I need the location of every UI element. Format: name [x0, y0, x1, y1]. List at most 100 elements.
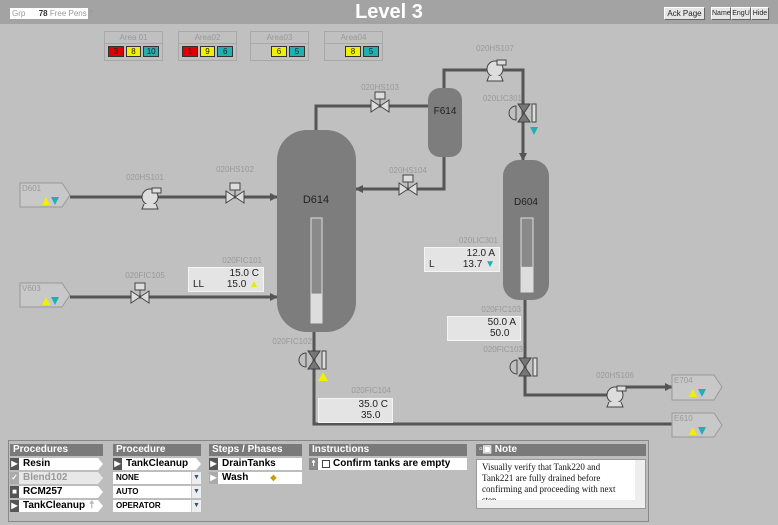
connector-label: D601 [22, 184, 42, 193]
tag-label: 020HS103 [361, 83, 399, 92]
tag-label: 020FIC103 [483, 345, 523, 354]
valve-icon[interactable] [398, 174, 418, 196]
tag-label: 020HS104 [389, 166, 427, 175]
checkbox[interactable] [322, 460, 330, 468]
connector-e610[interactable]: E610 [671, 412, 723, 438]
play-icon: ▶ [209, 458, 218, 470]
connector-v603[interactable]: V603 [19, 282, 71, 308]
select-value: NONE [116, 473, 140, 482]
level-fill-d614 [311, 293, 322, 323]
vessel-f614[interactable] [428, 88, 462, 157]
note-panel: ▫▣ Note Visually verify that Tank220 and… [476, 444, 646, 509]
valve-icon[interactable] [370, 91, 390, 113]
tag-label: 020HS107 [476, 44, 514, 53]
instructions-list: Instructions ☨ Confirm tanks are empty [309, 444, 467, 470]
steps-list: Steps / Phases ▶ DrainTanks ▶ Wash ◆ [209, 444, 302, 484]
operator-icon: ☨ [309, 458, 318, 470]
chevron-down-icon[interactable]: ▼ [191, 472, 201, 484]
chevron-down-icon[interactable]: ▼ [191, 500, 201, 512]
horizontal-scrollbar[interactable] [477, 500, 645, 508]
control-valve-icon[interactable] [130, 282, 150, 304]
tag-label: 020HS106 [596, 371, 634, 380]
play-icon: ▶ [114, 459, 121, 468]
procedure-item-blend102[interactable]: ✓ Blend102 [10, 472, 103, 484]
warning-diamond-icon: ◆ [270, 473, 277, 482]
step-item-wash[interactable]: ▶ Wash ◆ [209, 472, 302, 484]
tag-label: 020FIC102 [272, 337, 312, 346]
readout-fic103[interactable]: 50.0 A 50.0 [447, 316, 521, 341]
select-value: OPERATOR [116, 501, 161, 510]
connector-d601[interactable]: D601 [19, 182, 71, 208]
note-title: Note [494, 444, 518, 455]
alarm-label: LL [193, 279, 205, 290]
column-header: ▫▣ Note [476, 444, 646, 456]
pv-value: 35.0 C [358, 399, 388, 410]
mode-select[interactable]: AUTO ▼ [113, 486, 201, 498]
check-icon: ✓ [11, 473, 18, 482]
procedure-item-resin[interactable]: ▶ Resin [10, 458, 103, 470]
instruction-item[interactable]: ☨ Confirm tanks are empty [309, 458, 467, 470]
tag-label: 020FIC101 [222, 256, 262, 265]
item-label: DrainTanks [222, 458, 276, 469]
pump-icon[interactable] [606, 385, 627, 408]
readout-lic301[interactable]: 12.0 A L 13.7 ▼ [424, 247, 500, 272]
process-diagram: D614 F614 D604 020HS101 020HS102 020FIC1… [19, 44, 723, 438]
procedure-name[interactable]: ▶ TankCleanup [113, 458, 201, 470]
item-label: Wash [222, 472, 249, 483]
vessel-label: D604 [514, 197, 538, 208]
pv-value: 50.0 A [487, 317, 516, 328]
play-icon: ▶ [11, 459, 18, 468]
sp-value: 35.0 [361, 410, 381, 421]
pump-icon[interactable] [141, 187, 162, 210]
column-header: Instructions [309, 444, 467, 456]
alarm-low-icon [530, 127, 538, 135]
level-fill-d604 [521, 266, 533, 292]
procedure-item-rcm257[interactable]: ■ RCM257 [10, 486, 103, 498]
item-label: TankCleanup [23, 500, 86, 511]
select-value: AUTO [116, 487, 139, 496]
readout-fic104[interactable]: 35.0 C 35.0 [318, 398, 393, 423]
alarm-label: L [429, 259, 435, 270]
play-icon: ▶ [11, 501, 18, 510]
play-icon: ▶ [209, 472, 218, 484]
pv-value: 15.0 C [229, 268, 259, 279]
connector-label: V603 [22, 284, 41, 293]
hold-select[interactable]: NONE ▼ [113, 472, 201, 484]
readout-fic101[interactable]: 15.0 C LL 15.0 ▲ [188, 267, 264, 292]
chevron-down-icon[interactable]: ▼ [191, 486, 201, 498]
sp-value: 50.0 [490, 328, 510, 339]
procedure-item-tankcleanup[interactable]: ▶ TankCleanup ☨ [10, 500, 103, 512]
tag-label: 020LIC301 [459, 236, 499, 245]
tag-label: 020HS102 [216, 165, 254, 174]
column-header: Steps / Phases [209, 444, 302, 456]
alarm-warning-icon: ▲ [249, 279, 259, 290]
sp-value: 13.7 [462, 259, 483, 270]
vessel-label: D614 [303, 194, 329, 206]
operator-icon: ☨ [89, 500, 95, 511]
vertical-scrollbar[interactable] [635, 460, 645, 500]
tag-label: 020HS101 [126, 173, 164, 182]
tag-label: 020FIC104 [351, 386, 391, 395]
column-header: Procedures [10, 444, 103, 456]
connector-label: E610 [674, 414, 693, 423]
item-label: TankCleanup [126, 458, 189, 469]
tag-label: 020LIC301 [483, 94, 523, 103]
note-textarea[interactable]: Visually verify that Tank220 and Tank221… [476, 459, 646, 509]
item-label: Resin [23, 458, 51, 469]
column-header: Procedure [113, 444, 201, 456]
step-item-draintanks[interactable]: ▶ DrainTanks [209, 458, 302, 470]
stop-icon: ■ [10, 486, 19, 498]
note-icon: ▫▣ [479, 444, 495, 455]
pv-value: 12.0 A [466, 248, 495, 259]
item-label: RCM257 [23, 486, 63, 497]
connector-e704[interactable]: E704 [671, 374, 723, 401]
vessel-label: F614 [434, 106, 457, 117]
alarm-warning-icon [318, 372, 328, 381]
item-label: Confirm tanks are empty [333, 458, 451, 469]
procedures-list: Procedures ▶ Resin ✓ Blend102 ■ RCM257 ▶ Tan… [10, 444, 103, 512]
pump-icon[interactable] [486, 59, 507, 82]
alarm-low-icon: ▼ [485, 259, 495, 270]
valve-icon[interactable] [225, 182, 245, 204]
control-select[interactable]: OPERATOR ▼ [113, 500, 201, 512]
tag-label: 020FIC105 [125, 271, 165, 280]
